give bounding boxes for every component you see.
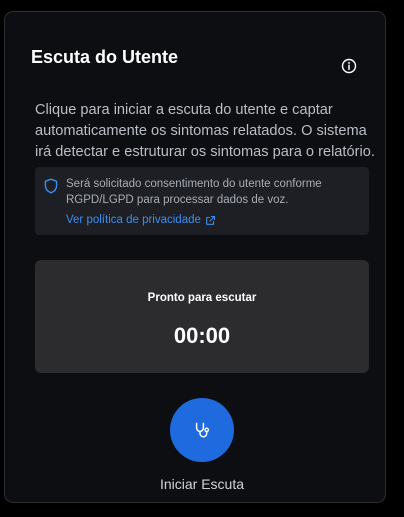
shield-icon bbox=[44, 178, 58, 194]
card-title: Escuta do Utente bbox=[31, 47, 179, 67]
listen-card: Escuta do Utente Clique para iniciar a e… bbox=[4, 11, 386, 503]
card-description: Clique para iniciar a escuta do utente e… bbox=[35, 102, 375, 160]
listening-status-panel: Pronto para escutar 00:00 bbox=[35, 260, 369, 373]
privacy-policy-link[interactable]: Ver política de privacidade bbox=[66, 212, 216, 228]
elapsed-timer: 00:00 bbox=[173, 323, 231, 348]
external-link-icon bbox=[206, 215, 215, 225]
stethoscope-icon bbox=[195, 422, 210, 438]
status-label: Pronto para escutar bbox=[147, 292, 257, 304]
info-icon bbox=[341, 58, 357, 74]
consent-notice: Será solicitado consentimento do utente … bbox=[35, 167, 369, 235]
start-listening-button[interactable] bbox=[170, 398, 234, 462]
start-listening-label: Iniciar Escuta bbox=[159, 476, 245, 492]
info-button[interactable] bbox=[335, 52, 363, 80]
consent-text: Será solicitado consentimento do utente … bbox=[66, 178, 322, 206]
privacy-policy-label: Ver política de privacidade bbox=[66, 214, 201, 226]
